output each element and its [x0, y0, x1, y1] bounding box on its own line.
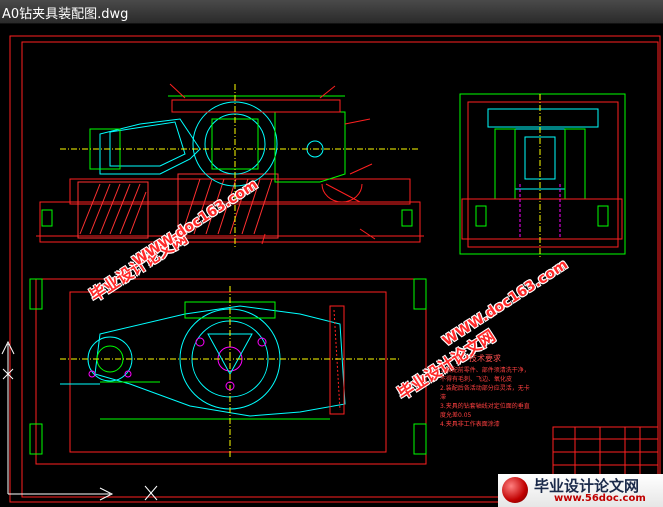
- tech-req-heading: 技术要求: [469, 354, 501, 363]
- plan-view: [29, 278, 427, 465]
- technical-requirements: 技术要求 1.装配前零件、部件须清洗干净，不得有毛刺、飞边、氧化皮 2.装配后各…: [440, 354, 530, 429]
- tech-req-line: 4.夹具非工作表面涂漆: [440, 421, 500, 428]
- window-title: A0钻夹具装配图.dwg: [2, 7, 129, 22]
- tech-req-line: 3.夹具的钻套轴线对定位面的垂直度允差0.05: [440, 403, 530, 419]
- tech-req-line: 1.装配前零件、部件须清洗干净，不得有毛刺、飞边、氧化皮: [440, 367, 530, 383]
- drawing-canvas[interactable]: 毕业设计论文网 WWW.doc163.com 毕业设计论文网 WWW.doc16…: [0, 24, 663, 507]
- logo-url: www.56doc.com: [554, 493, 646, 504]
- tech-req-line: 2.装配后各活动部分应灵活，无卡滞: [440, 385, 530, 401]
- logo-ball-icon: [502, 477, 528, 503]
- front-view: [36, 83, 424, 249]
- window-titlebar: A0钻夹具装配图.dwg: [0, 0, 663, 24]
- side-view: [459, 93, 626, 259]
- corner-site-logo: 毕业设计论文网 www.56doc.com: [498, 474, 663, 507]
- ucs-axis-icon: [1, 340, 158, 501]
